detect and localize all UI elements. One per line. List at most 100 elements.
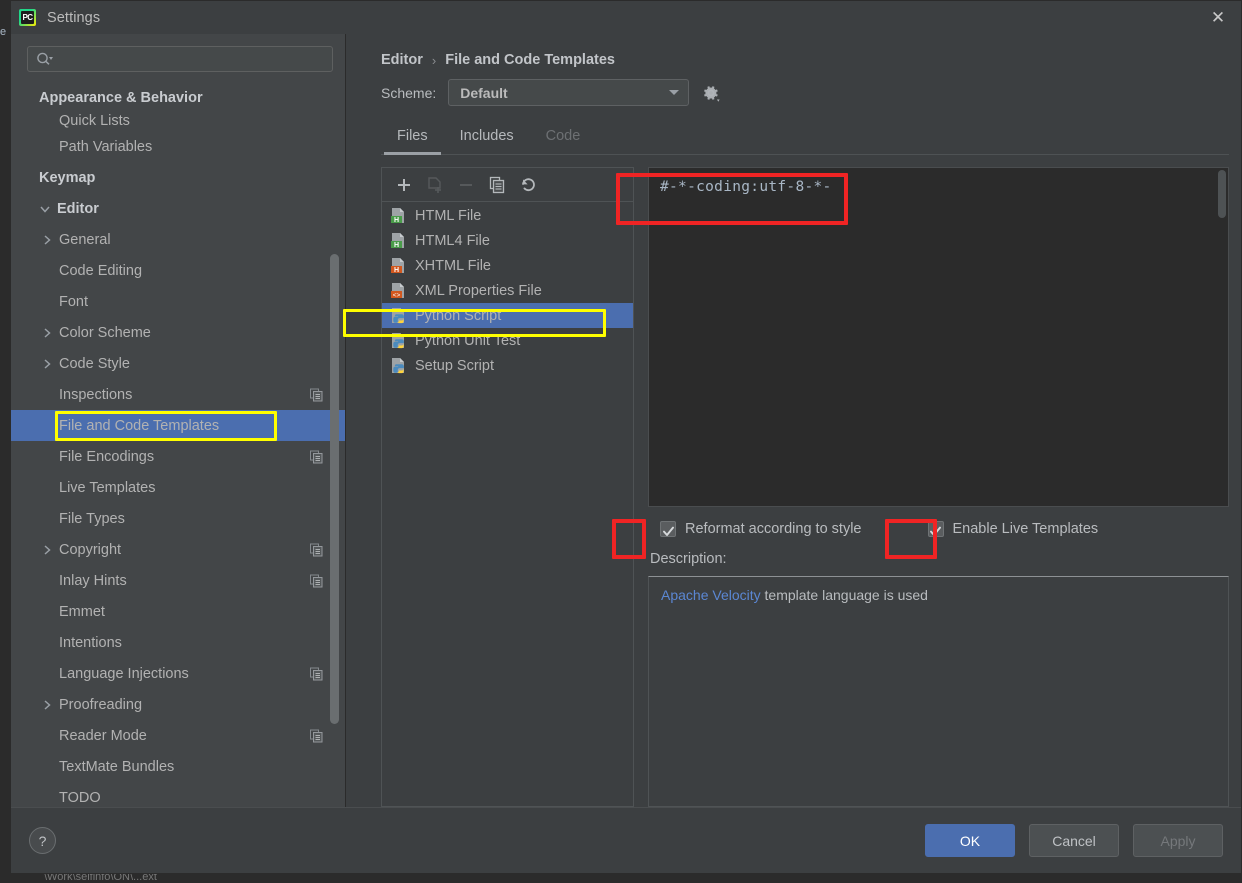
sidebar-item-file-and-code-templates[interactable]: File and Code Templates	[11, 410, 345, 441]
svg-text:<>: <>	[393, 292, 401, 299]
help-button[interactable]: ?	[29, 827, 56, 854]
sidebar-item-proofreading[interactable]: Proofreading	[11, 689, 345, 720]
template-list-item[interactable]: <> XML Properties File	[382, 278, 633, 303]
checkbox-label: Enable Live Templates	[952, 521, 1099, 537]
sidebar-item-label: Code Editing	[59, 262, 143, 279]
sidebar-item-copyright[interactable]: Copyright	[11, 534, 345, 565]
sidebar-item-label: Emmet	[59, 603, 105, 620]
settings-dialog: PC Settings ✕ Appearance & Behavior Quic…	[10, 0, 1242, 874]
gear-icon[interactable]	[701, 83, 721, 103]
svg-text:H: H	[394, 242, 399, 249]
apache-velocity-link[interactable]: Apache Velocity	[661, 587, 761, 603]
checkbox-enable-live-templates[interactable]: Enable Live Templates	[927, 521, 1099, 537]
template-list: H HTML File H HTML4 File H XHTML File <> XML Pr…	[382, 202, 633, 806]
tab-files[interactable]: Files	[381, 121, 444, 155]
apply-button: Apply	[1133, 824, 1223, 857]
sidebar-item-path-variables[interactable]: Path Variables	[11, 131, 345, 162]
sidebar-item-live-templates[interactable]: Live Templates	[11, 472, 345, 503]
copy-settings-icon[interactable]	[310, 574, 323, 587]
description-label: Description:	[650, 551, 727, 567]
sidebar-item-label: Live Templates	[59, 479, 156, 496]
sidebar-item-inlay-hints[interactable]: Inlay Hints	[11, 565, 345, 596]
sidebar-item-keymap[interactable]: Keymap	[11, 162, 345, 193]
template-options-row: Reformat according to style Enable Live T…	[648, 507, 1229, 537]
sidebar-item-editor[interactable]: Editor	[11, 193, 345, 224]
sidebar-item-label: Appearance & Behavior	[39, 89, 203, 106]
sidebar-item-file-encodings[interactable]: File Encodings	[11, 441, 345, 472]
add-icon[interactable]	[391, 173, 416, 197]
copy-settings-icon[interactable]	[310, 729, 323, 742]
sidebar-item-emmet[interactable]: Emmet	[11, 596, 345, 627]
checkbox-reformat-according-to-style[interactable]: Reformat according to style	[660, 521, 862, 537]
sidebar-item-textmate-bundles[interactable]: TextMate Bundles	[11, 751, 345, 782]
template-list-panel: H HTML File H HTML4 File H XHTML File <> XML Pr…	[381, 167, 634, 807]
settings-tree: Appearance & Behavior Quick Lists Path Var…	[11, 82, 345, 807]
sidebar-item-color-scheme[interactable]: Color Scheme	[11, 317, 345, 348]
template-list-item[interactable]: Setup Script	[382, 353, 633, 378]
editor-scrollbar[interactable]	[1218, 170, 1226, 218]
scheme-dropdown[interactable]: Default	[448, 79, 690, 106]
template-list-item[interactable]: Python Script	[382, 303, 633, 328]
template-list-item[interactable]: H XHTML File	[382, 253, 633, 278]
dialog-footer: ? OK Cancel Apply	[11, 807, 1241, 873]
checkbox-box[interactable]	[660, 521, 676, 537]
close-icon[interactable]: ✕	[1195, 1, 1241, 34]
checkbox-label: Reformat according to style	[685, 521, 862, 537]
copy-settings-icon[interactable]	[310, 388, 323, 401]
copy-settings-icon[interactable]	[310, 450, 323, 463]
copy-settings-icon[interactable]	[310, 543, 323, 556]
sidebar-item-code-style[interactable]: Code Style	[11, 348, 345, 379]
chevron-right-icon[interactable]	[41, 699, 59, 711]
sidebar-item-reader-mode[interactable]: Reader Mode	[11, 720, 345, 751]
python-file-icon	[390, 357, 407, 374]
ok-button[interactable]: OK	[925, 824, 1015, 857]
search-input[interactable]	[53, 51, 332, 67]
chevron-right-icon[interactable]	[41, 234, 59, 246]
sidebar-item-code-editing[interactable]: Code Editing	[11, 255, 345, 286]
sidebar-item-appearance-behavior[interactable]: Appearance & Behavior	[11, 82, 345, 113]
template-list-item[interactable]: H HTML4 File	[382, 228, 633, 253]
sidebar-item-font[interactable]: Font	[11, 286, 345, 317]
template-list-item-label: HTML4 File	[415, 232, 490, 249]
sidebar-item-label: TODO	[59, 789, 101, 806]
cancel-button[interactable]: Cancel	[1029, 824, 1119, 857]
sidebar-item-quick-lists[interactable]: Quick Lists	[11, 113, 345, 131]
scheme-row: Scheme: Default	[346, 68, 1229, 106]
check-icon	[930, 524, 941, 536]
sidebar-item-label: Proofreading	[59, 696, 143, 713]
template-code-text: #-*-coding:utf-8-*-	[660, 179, 832, 195]
sidebar-item-file-types[interactable]: File Types	[11, 503, 345, 534]
chevron-down-icon[interactable]	[39, 203, 57, 215]
sidebar-item-label: Editor	[57, 200, 99, 217]
sidebar-item-label: File and Code Templates	[59, 417, 220, 434]
sidebar-item-label: Language Injections	[59, 665, 189, 682]
template-list-item[interactable]: Python Unit Test	[382, 328, 633, 353]
tab-includes[interactable]: Includes	[444, 121, 530, 154]
template-list-item-label: XML Properties File	[415, 282, 542, 299]
breadcrumb-parent[interactable]: Editor	[381, 52, 423, 68]
search-field[interactable]	[27, 46, 333, 72]
copy-settings-icon[interactable]	[310, 667, 323, 680]
sidebar-item-label: Path Variables	[59, 138, 153, 155]
chevron-right-icon[interactable]	[41, 544, 59, 556]
sidebar-item-label: Quick Lists	[59, 113, 130, 129]
copy-icon[interactable]	[484, 173, 509, 197]
template-list-item-label: Python Unit Test	[415, 332, 521, 349]
template-list-item-label: Setup Script	[415, 357, 494, 374]
sidebar-item-language-injections[interactable]: Language Injections	[11, 658, 345, 689]
sidebar-item-label: TextMate Bundles	[59, 758, 175, 775]
checkbox-box[interactable]	[927, 521, 944, 537]
sidebar-scrollbar[interactable]	[330, 254, 339, 724]
template-list-item[interactable]: H HTML File	[382, 203, 633, 228]
sidebar-item-inspections[interactable]: Inspections	[11, 379, 345, 410]
template-code-editor[interactable]: #-*-coding:utf-8-*-	[648, 167, 1229, 507]
chevron-right-icon[interactable]	[41, 358, 59, 370]
sidebar-item-label: Inlay Hints	[59, 572, 127, 589]
sidebar-item-general[interactable]: General	[11, 224, 345, 255]
chevron-right-icon[interactable]	[41, 327, 59, 339]
create-from-file-icon	[422, 173, 447, 197]
template-list-item-label: XHTML File	[415, 257, 491, 274]
sidebar-item-intentions[interactable]: Intentions	[11, 627, 345, 658]
revert-icon[interactable]	[515, 173, 540, 197]
sidebar-item-todo[interactable]: TODO	[11, 782, 345, 807]
